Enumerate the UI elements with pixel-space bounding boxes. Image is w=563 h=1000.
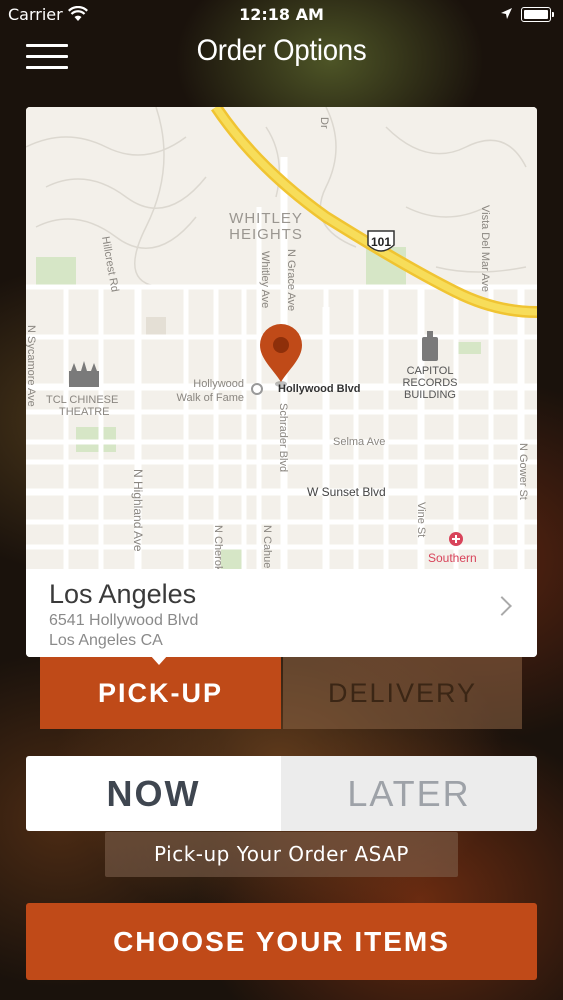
location-card: 101 WHITLEY HEIGHTS Hillcrest Rd Whitley… bbox=[26, 107, 537, 657]
map-label-capitol-2: RECORDS bbox=[402, 377, 457, 389]
map-label-grace-ave: N Grace Ave bbox=[285, 249, 297, 311]
choose-items-button[interactable]: CHOOSE YOUR ITEMS bbox=[26, 903, 537, 980]
selection-notch bbox=[150, 655, 168, 665]
timing-toggle: NOW LATER bbox=[26, 756, 537, 831]
fulfillment-toggle: PICK-UP DELIVERY bbox=[40, 657, 522, 729]
map-label-hollywood-blvd: Hollywood Blvd bbox=[278, 383, 361, 395]
clock: 12:18 AM bbox=[239, 5, 324, 24]
tab-later[interactable]: LATER bbox=[281, 756, 537, 831]
landmark-theatre-icon bbox=[69, 361, 99, 387]
map-label-heights: HEIGHTS bbox=[229, 226, 303, 243]
tab-now[interactable]: NOW bbox=[26, 756, 281, 831]
map-label-walk-1: Hollywood bbox=[193, 378, 244, 390]
map-label-capitol-3: BUILDING bbox=[404, 389, 456, 401]
map-label-walk-2: Walk of Fame bbox=[177, 392, 244, 404]
tab-pickup[interactable]: PICK-UP bbox=[40, 657, 281, 729]
map-label-gower: N Gower St bbox=[517, 443, 529, 500]
map-label-highland: N Highland Ave bbox=[131, 469, 145, 552]
map-label-cherokee: N Cherokee bbox=[212, 525, 224, 569]
map-label-vista-del-mar: Vista Del Mar Ave bbox=[479, 205, 491, 292]
status-bar: Carrier 12:18 AM bbox=[0, 0, 563, 30]
store-name: Los Angeles bbox=[49, 579, 197, 609]
map-label-cahuenga: N Cahuenga bbox=[261, 525, 273, 569]
map-label-sycamore: N Sycamore Ave bbox=[26, 325, 37, 407]
map-label-vine: Vine St bbox=[415, 502, 427, 537]
battery-icon bbox=[521, 7, 554, 22]
map-label-whitley: WHITLEY bbox=[229, 210, 303, 227]
timing-message: Pick-up Your Order ASAP bbox=[105, 832, 458, 877]
map-label-sunset: W Sunset Blvd bbox=[307, 485, 386, 499]
map-label-tcl-1: TCL CHINESE bbox=[46, 394, 118, 406]
freeway-shield-label: 101 bbox=[371, 235, 391, 249]
map-label-southern: Southern bbox=[428, 551, 477, 565]
map-label-capitol-1: CAPITOL bbox=[407, 365, 454, 377]
walk-of-fame-marker bbox=[251, 383, 263, 395]
map-label-dr: Dr bbox=[318, 117, 330, 129]
location-arrow-icon bbox=[501, 8, 512, 19]
map-label-whitley-ave: Whitley Ave bbox=[259, 251, 271, 308]
map-label-schrader: Schrader Blvd bbox=[277, 403, 289, 472]
map-label-tcl-2: THEATRE bbox=[59, 406, 110, 418]
map-label-selma: Selma Ave bbox=[333, 436, 385, 448]
store-street: 6541 Hollywood Blvd bbox=[49, 612, 199, 629]
map-view[interactable]: 101 WHITLEY HEIGHTS Hillcrest Rd Whitley… bbox=[26, 107, 537, 569]
tab-delivery[interactable]: DELIVERY bbox=[283, 657, 522, 729]
store-address-row[interactable]: Los Angeles 6541 Hollywood Blvd Los Ange… bbox=[26, 569, 537, 657]
chevron-right-icon bbox=[492, 596, 512, 616]
page-title: Order Options bbox=[196, 34, 367, 67]
store-city: Los Angeles CA bbox=[49, 632, 163, 649]
